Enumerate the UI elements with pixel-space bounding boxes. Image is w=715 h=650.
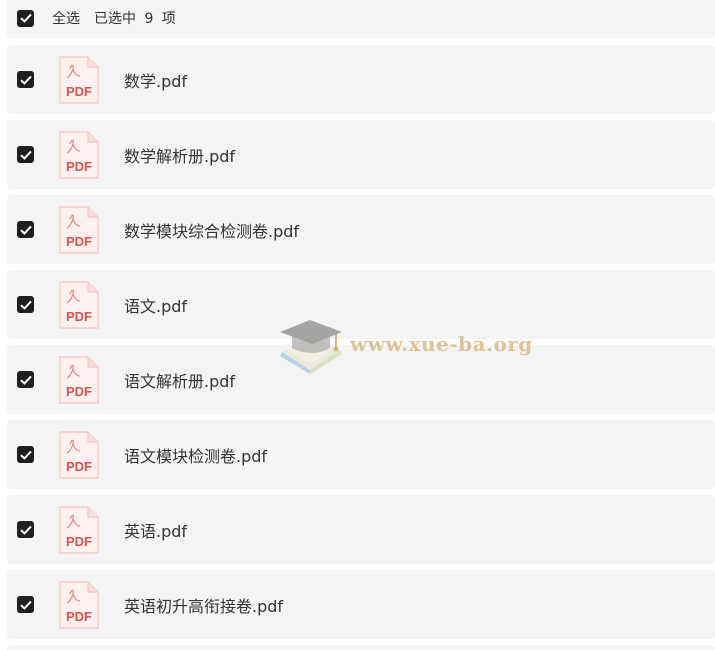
file-checkbox[interactable] <box>17 296 34 313</box>
pdf-icon: PDF <box>59 355 99 404</box>
file-name: 语文解析册.pdf <box>124 371 236 391</box>
file-selection-page: 全选 已选中 9 项 PDF 数学.pdf PDF 数学解析册.pdf PDF 数学模块综… <box>0 0 715 650</box>
pdf-icon: PDF <box>59 505 99 554</box>
file-row[interactable]: PDF 英语.pdf <box>7 495 715 564</box>
file-checkbox[interactable] <box>17 446 34 463</box>
pdf-icon-label: PDF <box>66 234 92 249</box>
file-name: 数学模块综合检测卷.pdf <box>124 221 300 241</box>
file-checkbox[interactable] <box>17 221 34 238</box>
file-row[interactable]: PDF 数学解析册.pdf <box>7 120 715 189</box>
pdf-icon-label: PDF <box>66 159 92 174</box>
file-name: 数学解析册.pdf <box>124 146 236 166</box>
checkmark-icon <box>19 75 32 85</box>
file-row-partial <box>7 645 715 650</box>
pdf-icon-label: PDF <box>66 609 92 624</box>
pdf-icon-label: PDF <box>66 309 92 324</box>
pdf-icon: PDF <box>59 55 99 104</box>
file-name: 语文模块检测卷.pdf <box>124 446 268 466</box>
file-checkbox[interactable] <box>17 521 34 538</box>
file-name: 英语初升高衔接卷.pdf <box>124 596 284 616</box>
pdf-icon-label: PDF <box>66 534 92 549</box>
checkmark-icon <box>19 525 32 535</box>
checkmark-icon <box>19 150 32 160</box>
file-checkbox[interactable] <box>17 71 34 88</box>
select-all-bar: 全选 已选中 9 项 <box>7 0 715 38</box>
file-name: 语文.pdf <box>124 296 188 316</box>
checkmark-icon <box>19 450 32 460</box>
checkmark-icon <box>19 300 32 310</box>
file-row[interactable]: PDF 语文模块检测卷.pdf <box>7 420 715 489</box>
pdf-icon: PDF <box>59 580 99 629</box>
file-row[interactable]: PDF 数学模块综合检测卷.pdf <box>7 195 715 264</box>
checkmark-icon <box>19 375 32 385</box>
checkmark-icon <box>19 13 32 23</box>
pdf-icon: PDF <box>59 430 99 479</box>
file-row[interactable]: PDF 数学.pdf <box>7 45 715 114</box>
pdf-icon-label: PDF <box>66 84 92 99</box>
pdf-icon: PDF <box>59 205 99 254</box>
pdf-icon: PDF <box>59 280 99 329</box>
file-row[interactable]: PDF 语文.pdf <box>7 270 715 339</box>
pdf-icon: PDF <box>59 130 99 179</box>
selected-count-text: 已选中 9 项 <box>94 11 176 27</box>
file-checkbox[interactable] <box>17 146 34 163</box>
file-checkbox[interactable] <box>17 596 34 613</box>
file-checkbox[interactable] <box>17 371 34 388</box>
file-row[interactable]: PDF 英语初升高衔接卷.pdf <box>7 570 715 639</box>
checkmark-icon <box>19 225 32 235</box>
file-row[interactable]: PDF 语文解析册.pdf <box>7 345 715 414</box>
file-list: PDF 数学.pdf PDF 数学解析册.pdf PDF 数学模块综合检测卷.pdf PDF… <box>7 45 715 645</box>
pdf-icon-label: PDF <box>66 384 92 399</box>
file-name: 数学.pdf <box>124 71 188 91</box>
select-all-label[interactable]: 全选 <box>52 8 80 28</box>
pdf-icon-label: PDF <box>66 459 92 474</box>
checkmark-icon <box>19 600 32 610</box>
file-name: 英语.pdf <box>124 521 188 541</box>
select-all-checkbox[interactable] <box>17 9 34 27</box>
